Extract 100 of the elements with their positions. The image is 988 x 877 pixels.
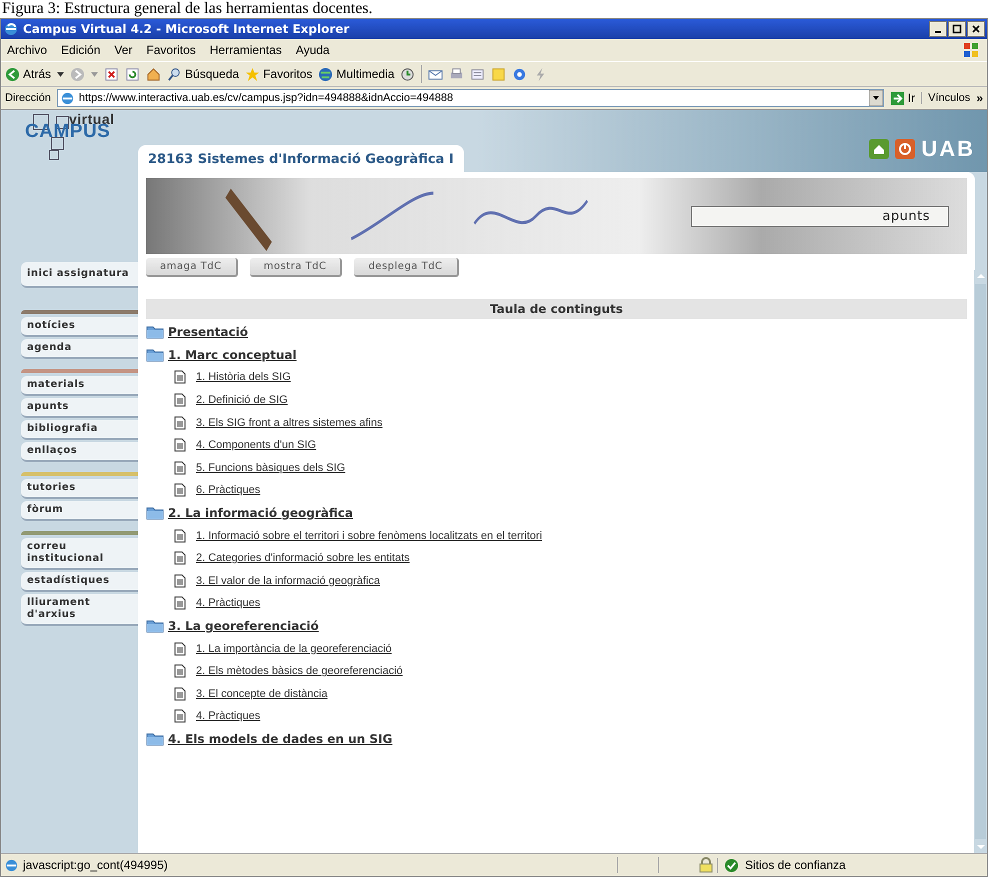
document-icon: [174, 460, 186, 475]
section-link[interactable]: 3. La georeferenciació: [168, 619, 319, 634]
search-icon: [167, 66, 182, 82]
maximize-button[interactable]: [948, 21, 966, 37]
address-field[interactable]: https://www.interactiva.uab.es/cv/campus.jsp?idn=494888&idnAccio=494888: [56, 89, 884, 107]
section-link[interactable]: 2. La informació geogràfica: [168, 506, 353, 520]
chapter-link[interactable]: 4. Pràctiques: [196, 597, 260, 610]
chapter-link[interactable]: 2. Categories d'informació sobre les entitats: [196, 552, 410, 564]
document-icon: [174, 393, 186, 408]
document-icon: [174, 370, 186, 384]
chapter-link[interactable]: 1. La importància de la georeferenciació: [196, 642, 392, 655]
sidebar-tab[interactable]: tutories: [21, 479, 138, 499]
document-icon: [174, 551, 186, 566]
globe-icon: [318, 66, 334, 82]
menu-item[interactable]: Edición: [61, 43, 100, 57]
menu-item[interactable]: Ver: [114, 43, 132, 57]
stop-icon[interactable]: [104, 66, 120, 82]
section-link[interactable]: Presentació: [168, 325, 248, 340]
folder-icon: [146, 619, 164, 634]
windows-logo-icon: [961, 40, 981, 60]
minimize-button[interactable]: [929, 21, 947, 37]
messenger-icon[interactable]: [512, 66, 528, 82]
sidebar-tab[interactable]: fòrum: [21, 501, 138, 521]
print-icon[interactable]: [449, 66, 464, 82]
folder-icon: [146, 732, 164, 746]
document-icon: [174, 483, 186, 498]
search-button[interactable]: Búsqueda: [167, 66, 240, 82]
chapter-link[interactable]: 2. Definició de SIG: [196, 394, 288, 406]
figure-caption: Figura 3: Estructura general de las herramientas docentes.: [1, 0, 374, 18]
document-icon: [174, 642, 186, 656]
sidebar-tab[interactable]: notícies: [21, 317, 138, 337]
toc-button[interactable]: desplega TdC: [354, 258, 459, 277]
refresh-icon[interactable]: [125, 66, 140, 82]
chapter-link[interactable]: 1. Informació sobre el territori i sobre fenòmens localitzats en el territori: [196, 530, 542, 542]
uab-logo: UAB: [921, 136, 975, 162]
chapter-link[interactable]: 4. Pràctiques: [196, 710, 260, 722]
sidebar-tab[interactable]: estadístiques: [21, 572, 138, 592]
go-button[interactable]: Ir: [890, 90, 916, 106]
section-link[interactable]: 1. Marc conceptual: [168, 348, 297, 362]
close-icon: [971, 24, 981, 34]
section-link[interactable]: 4. Els models de dades en un SIG: [168, 732, 392, 746]
security-zone: Sitios de confianza: [717, 858, 984, 872]
chevron-icon[interactable]: »: [976, 91, 983, 105]
document-icon: [174, 438, 186, 452]
media-button[interactable]: Multimedia: [318, 66, 394, 82]
sidebar-tab[interactable]: correu institucional: [21, 538, 138, 570]
sidebar-tab[interactable]: materials: [21, 376, 138, 396]
close-button[interactable]: [967, 21, 985, 37]
sidebar-tab[interactable]: apunts: [21, 398, 138, 418]
history-icon[interactable]: [400, 66, 416, 82]
sidebar-tab[interactable]: agenda: [21, 339, 138, 359]
browser-icon: [3, 21, 19, 37]
campus-logo: virtual CAMPUS: [1, 110, 138, 262]
star-icon: [245, 66, 260, 82]
chapter-link[interactable]: 6. Pràctiques: [196, 484, 260, 496]
home-icon[interactable]: [146, 66, 162, 82]
edit-icon[interactable]: [470, 66, 486, 82]
lock-icon: [699, 857, 713, 873]
document-icon: [174, 416, 186, 430]
chapter-link[interactable]: 3. Els SIG front a altres sistemes afins: [196, 416, 382, 429]
toc-header: Taula de continguts: [146, 299, 967, 319]
folder-icon: [146, 325, 164, 340]
links-button[interactable]: Vínculos: [921, 92, 970, 104]
document-icon: [174, 709, 186, 724]
page-icon: [60, 90, 75, 106]
chapter-link[interactable]: 1. Història dels SIG: [196, 371, 291, 384]
chapter-link[interactable]: 5. Funcions bàsiques dels SIG: [196, 462, 346, 474]
toc-button[interactable]: mostra TdC: [250, 258, 342, 277]
document-icon: [174, 664, 186, 678]
chapter-link[interactable]: 4. Components d'un SIG: [196, 439, 316, 452]
menu-item[interactable]: Archivo: [7, 43, 48, 57]
sidebar-tab[interactable]: bibliografia: [21, 420, 138, 440]
arrow-icon: [890, 90, 905, 106]
status-text: javascript:go_cont(494995): [4, 858, 613, 872]
chapter-link[interactable]: 2. Els mètodes bàsics de georeferenciació: [196, 665, 403, 678]
menu-item[interactable]: Favoritos: [146, 43, 196, 57]
power-icon[interactable]: [895, 139, 916, 159]
folder-icon: [146, 506, 164, 520]
sidebar-tab[interactable]: enllaços: [21, 442, 138, 462]
folder-icon: [146, 348, 164, 362]
chapter-link[interactable]: 3. El concepte de distància: [196, 688, 328, 700]
favorites-button[interactable]: Favoritos: [245, 66, 312, 82]
home-icon[interactable]: [869, 139, 890, 159]
document-icon: [174, 596, 186, 610]
menu-item[interactable]: Herramientas: [210, 43, 282, 57]
section-label: apunts: [691, 206, 949, 226]
document-icon: [174, 528, 186, 543]
chapter-link[interactable]: 3. El valor de la informació geogràfica: [196, 574, 380, 587]
document-icon: [174, 686, 186, 701]
dropdown-icon[interactable]: [868, 90, 883, 106]
address-label: Dirección: [5, 92, 51, 104]
page-icon: [4, 858, 19, 872]
maximize-icon: [952, 24, 962, 34]
window-title: Campus Virtual 4.2 - Microsoft Internet Explorer: [23, 22, 350, 36]
menu-item[interactable]: Ayuda: [296, 43, 330, 57]
sidebar-tab[interactable]: inici assignatura: [21, 262, 138, 288]
sidebar-tab[interactable]: lliurament d'arxius: [21, 594, 138, 626]
caret-icon[interactable]: [57, 72, 64, 76]
back-button[interactable]: Atrás: [5, 66, 52, 82]
toc-button[interactable]: amaga TdC: [146, 258, 238, 277]
